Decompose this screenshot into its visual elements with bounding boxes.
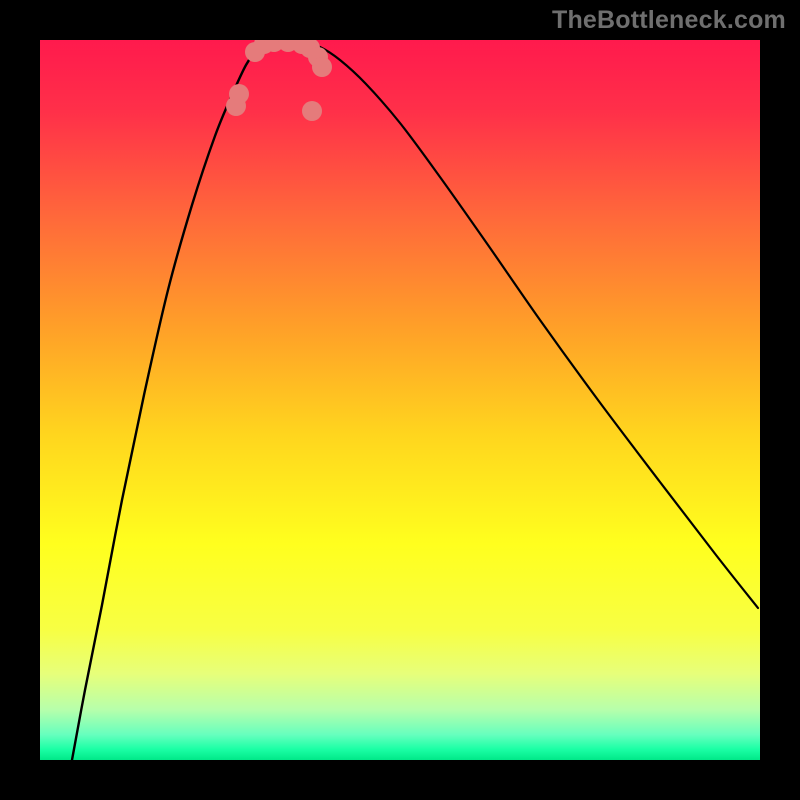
watermark-text: TheBottleneck.com [552, 6, 786, 35]
right-ascent-curve [305, 43, 758, 608]
floor-marker-group [226, 40, 332, 121]
floor-marker [312, 57, 332, 77]
floor-marker [229, 84, 249, 104]
left-descent-curve [72, 43, 265, 760]
curves-layer [40, 40, 760, 760]
plot-area [40, 40, 760, 760]
floor-marker [302, 101, 322, 121]
chart-frame: TheBottleneck.com [0, 0, 800, 800]
